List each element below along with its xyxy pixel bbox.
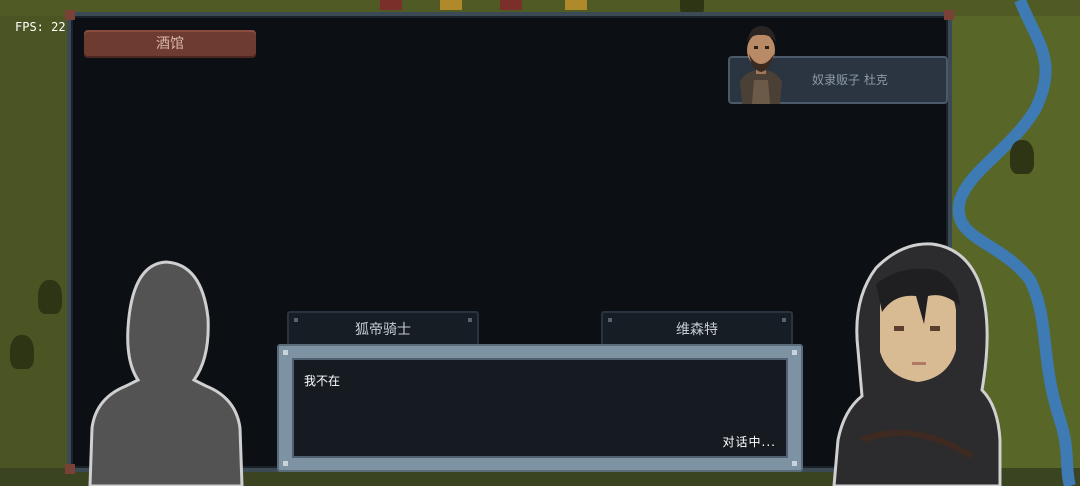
rivet: [608, 318, 612, 322]
speaker-name-right: 维森特: [676, 322, 718, 338]
rivet: [294, 318, 298, 322]
player-silhouette: [88, 260, 244, 486]
rivet: [792, 461, 797, 466]
bearded-man-portrait: [740, 26, 782, 104]
frame-corner: [944, 10, 954, 20]
tree: [38, 280, 62, 314]
tree: [1010, 140, 1034, 174]
tree: [10, 335, 34, 369]
fps-counter: FPS: 22: [15, 20, 66, 34]
rivet: [792, 350, 797, 355]
frame-corner: [65, 464, 75, 474]
rivet: [283, 350, 288, 355]
dialogue-text-area[interactable]: 我不在 对话中...: [292, 358, 788, 458]
house-roof: [500, 0, 522, 10]
dialogue-text: 我不在: [304, 374, 341, 388]
house-roof: [565, 0, 587, 10]
rivet: [782, 318, 786, 322]
speaker-tab-right: 维森特: [601, 311, 793, 345]
rivet: [468, 318, 472, 322]
location-label: 酒馆: [84, 30, 256, 58]
dialogue-status: 对话中...: [722, 435, 776, 449]
rivet: [283, 461, 288, 466]
house-roof: [380, 0, 402, 10]
house-roof: [440, 0, 462, 10]
speaker-name-left: 狐帝骑士: [355, 322, 411, 338]
dialogue-box[interactable]: 我不在 对话中...: [277, 344, 803, 472]
speaker-tab-left: 狐帝骑士: [287, 311, 479, 345]
participant-name: 奴隶贩子 杜克: [812, 73, 888, 87]
frame-corner: [65, 10, 75, 20]
hooded-woman-portrait: [832, 242, 1002, 486]
